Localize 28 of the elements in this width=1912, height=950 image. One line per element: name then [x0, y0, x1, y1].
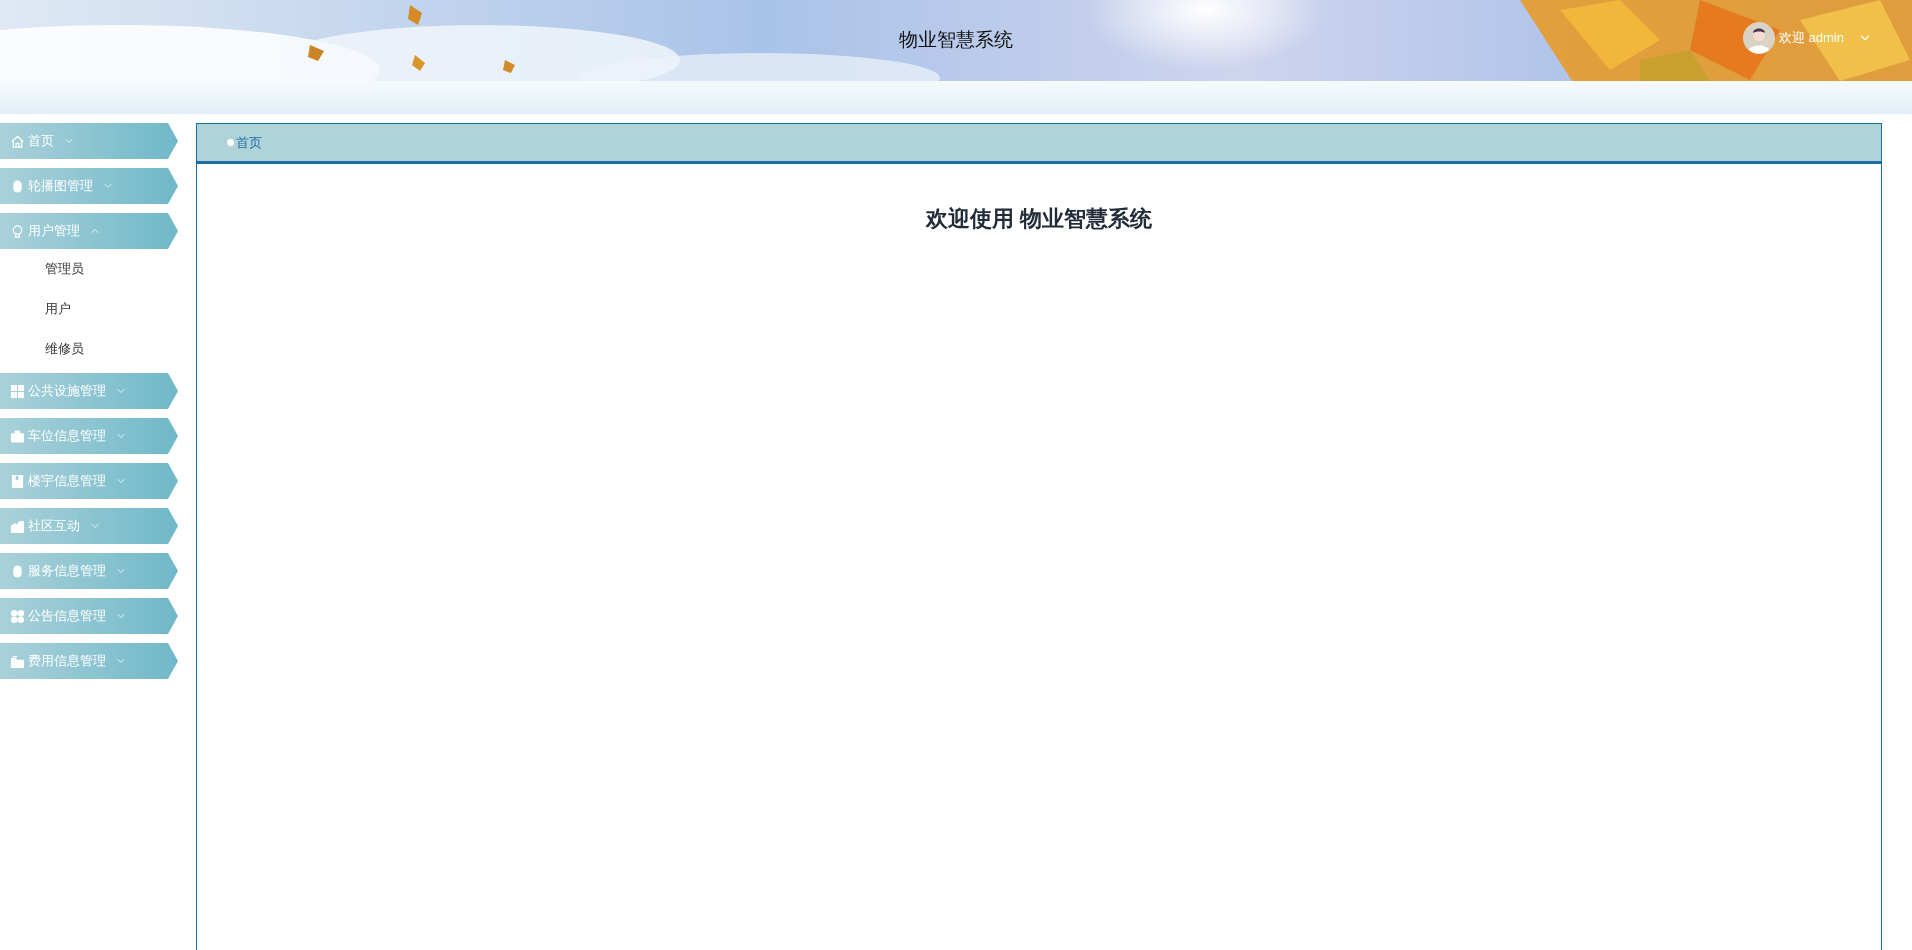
clover-icon: [10, 608, 25, 624]
submenu-item[interactable]: 用户: [0, 289, 196, 329]
welcome-heading: 欢迎使用 物业智慧系统: [925, 205, 1153, 233]
briefcase-icon: [10, 428, 25, 444]
breadcrumb-link[interactable]: 首页: [236, 132, 262, 153]
menu-item[interactable]: 费用信息管理: [0, 643, 178, 679]
system-title: 物业智慧系统: [899, 28, 1013, 53]
bookmark-icon: [10, 473, 25, 489]
folder-icon: [10, 653, 25, 669]
menu-item[interactable]: 车位信息管理: [0, 418, 178, 454]
menu-item[interactable]: 轮播图管理: [0, 168, 178, 204]
capsule-icon: [10, 178, 25, 194]
menu-item[interactable]: 首页: [0, 123, 178, 159]
menu-item[interactable]: 社区互动: [0, 508, 178, 544]
user-menu[interactable]: 欢迎 admin: [1742, 22, 1872, 54]
menu-item[interactable]: 服务信息管理: [0, 553, 178, 589]
home-icon: [10, 133, 25, 149]
menu-item[interactable]: 公共设施管理: [0, 373, 178, 409]
avatar-icon: [1742, 22, 1775, 54]
submenu-item[interactable]: 维修员: [0, 329, 196, 369]
building-icon: [10, 518, 25, 534]
submenu-item[interactable]: 管理员: [0, 249, 196, 289]
user-icon: [10, 223, 25, 239]
menu-item[interactable]: 公告信息管理: [0, 598, 178, 634]
menu-item[interactable]: 用户管理: [0, 213, 178, 249]
capsule-icon: [10, 563, 25, 579]
menu-item[interactable]: 楼宇信息管理: [0, 463, 178, 499]
grid-icon: [10, 383, 25, 399]
